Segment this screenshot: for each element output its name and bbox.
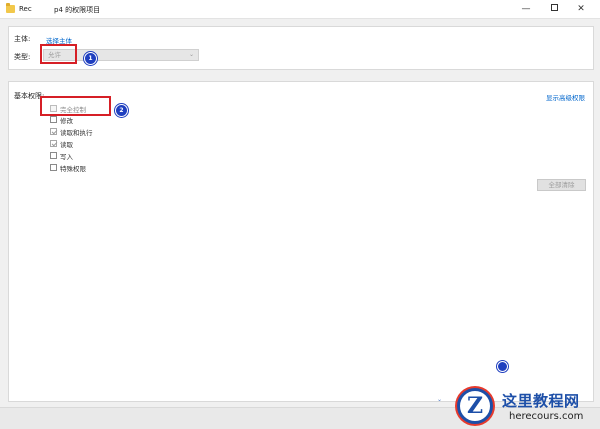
permissions-panel: 基本权限: 显示高级权限 完全控制 修改 读取和执行 读取 写入 特殊权限 2 … xyxy=(8,81,594,402)
checkbox-special[interactable] xyxy=(50,164,57,171)
folder-icon xyxy=(6,3,15,13)
permission-read-execute[interactable]: 读取和执行 xyxy=(50,127,93,137)
checkbox-write[interactable] xyxy=(50,152,57,159)
type-label: 类型: xyxy=(14,53,31,61)
chevron-down-icon: ⌄ xyxy=(188,51,194,58)
watermark: Z 这里教程网 herecours.com xyxy=(453,384,600,429)
permission-label: 修改 xyxy=(60,116,73,125)
window-title-prefix: Rec xyxy=(19,5,32,13)
minimize-button[interactable]: — xyxy=(515,0,537,19)
checkbox-read[interactable] xyxy=(50,140,57,147)
title-bar: Rec p4 的权限项目 — ✕ xyxy=(0,0,600,19)
permission-read[interactable]: 读取 xyxy=(50,139,73,149)
permission-label: 读取和执行 xyxy=(60,128,93,137)
close-button[interactable]: ✕ xyxy=(570,0,592,19)
permission-special[interactable]: 特殊权限 xyxy=(50,163,86,173)
watermark-site-name: 这里教程网 xyxy=(502,392,580,410)
annotation-badge-2: 2 xyxy=(115,104,128,117)
chevron-down-icon: ⌄ xyxy=(437,396,443,403)
annotation-marker xyxy=(497,361,508,372)
annotation-highlight-type xyxy=(40,44,77,64)
annotation-badge-1: 1 xyxy=(84,52,97,65)
checkbox-read-execute[interactable] xyxy=(50,128,57,135)
watermark-logo-icon: Z xyxy=(457,388,493,424)
window-title: p4 的权限项目 xyxy=(54,6,101,14)
principal-panel: 主体: 选择主体 类型: 允许 ⌄ 1 xyxy=(8,26,594,70)
permission-label: 特殊权限 xyxy=(60,164,86,173)
permission-label: 读取 xyxy=(60,140,73,149)
maximize-button[interactable] xyxy=(543,0,565,19)
checkbox-modify[interactable] xyxy=(50,116,57,123)
annotation-highlight-full-control xyxy=(40,96,111,116)
watermark-domain: herecours.com xyxy=(509,411,584,422)
permission-write[interactable]: 写入 xyxy=(50,151,73,161)
show-advanced-permissions-link[interactable]: 显示高级权限 xyxy=(546,92,585,102)
clear-all-button[interactable]: 全部清除 xyxy=(537,179,586,191)
permission-modify[interactable]: 修改 xyxy=(50,115,73,125)
maximize-icon xyxy=(550,4,558,11)
permission-label: 写入 xyxy=(60,152,73,161)
principal-label: 主体: xyxy=(14,35,31,43)
